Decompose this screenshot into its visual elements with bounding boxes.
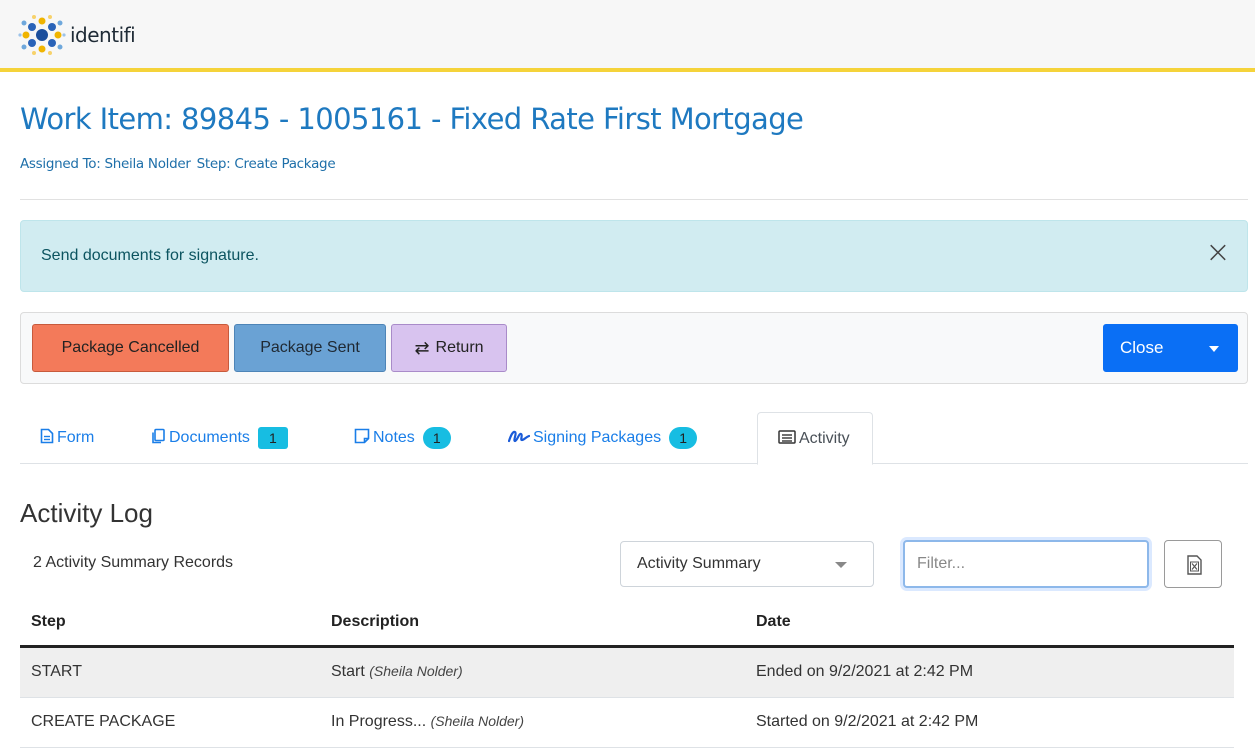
description-text: In Progress... [331,713,427,730]
row-step: CREATE PACKAGE [31,713,176,730]
tab-documents-label: Documents [169,429,250,446]
tab-activity-label: Activity [799,429,850,447]
tab-signing-packages-label: Signing Packages [533,429,662,446]
table-header: Step Description Date [20,598,1234,648]
file-icon [40,428,54,448]
tab-bar: Form Documents 1 Notes 1 Signing Package… [20,412,1248,465]
logo-icon [18,15,66,55]
tab-form[interactable]: Form [40,412,94,464]
export-excel-button[interactable] [1164,540,1222,588]
current-step: Step: Create Package [196,156,336,172]
return-label: Return [435,339,484,356]
return-button[interactable]: ⇄ Return [391,324,507,372]
exchange-arrows-icon: ⇄ [414,337,430,359]
column-header-description[interactable]: Description [331,613,419,631]
action-toolbar: Package Cancelled Package Sent ⇄ Return C… [20,312,1248,384]
description-text: Start [331,663,365,680]
record-count: 2 Activity Summary Records [33,554,234,571]
note-icon [354,428,370,448]
assigned-to: Assigned To: Sheila Nolder [20,156,191,172]
package-cancelled-button[interactable]: Package Cancelled [32,324,229,372]
top-bar: identifi [0,0,1255,72]
tab-documents[interactable]: Documents 1 [150,412,288,464]
caret-down-icon [835,562,847,568]
row-user: (Sheila Nolder) [369,663,463,679]
filter-input[interactable] [905,542,1147,586]
divider [20,199,1248,200]
logo-text: identifi [70,23,136,47]
filter-field[interactable] [903,540,1149,588]
notes-count-badge: 1 [422,427,451,449]
tab-activity[interactable]: Activity [757,412,873,465]
copy-icon [150,428,166,448]
column-header-date[interactable]: Date [756,613,791,631]
alert-message: Send documents for signature. [41,247,259,264]
package-sent-label: Package Sent [260,339,360,356]
work-item-meta: Assigned To: Sheila Nolder Step: Create P… [20,156,336,172]
close-label: Close [1120,338,1164,357]
activity-view-value: Activity Summary [637,555,761,572]
tab-form-label: Form [57,429,95,446]
close-icon[interactable]: × [1203,238,1233,269]
excel-icon [1187,555,1202,575]
page-title: Work Item: 89845 - 1005161 - Fixed Rate … [20,102,804,136]
list-icon [778,429,796,449]
package-cancelled-label: Package Cancelled [61,339,200,356]
documents-count-badge: 1 [257,427,288,449]
signature-icon [507,428,531,448]
row-description: In Progress... (Sheila Nolder) [331,713,524,731]
row-date: Ended on 9/2/2021 at 2:42 PM [756,663,974,680]
row-description: Start (Sheila Nolder) [331,663,463,681]
close-dropdown-button[interactable]: Close [1103,324,1238,372]
row-user: (Sheila Nolder) [430,713,524,729]
row-date: Started on 9/2/2021 at 2:42 PM [756,713,979,730]
activity-table: Step Description Date START Start (Sheil… [20,598,1234,748]
package-sent-button[interactable]: Package Sent [234,324,386,372]
tab-notes[interactable]: Notes 1 [354,412,451,464]
info-alert: Send documents for signature. × [20,220,1248,292]
activity-view-select[interactable]: Activity Summary [620,541,874,587]
column-header-step[interactable]: Step [31,613,66,631]
activity-log-heading: Activity Log [20,498,153,528]
table-row[interactable]: START Start (Sheila Nolder) Ended on 9/2… [20,648,1234,698]
tab-signing-packages[interactable]: Signing Packages 1 [507,412,698,464]
row-step: START [31,663,82,680]
caret-down-icon [1209,346,1219,352]
table-row[interactable]: CREATE PACKAGE In Progress... (Sheila No… [20,698,1234,748]
tab-notes-label: Notes [373,429,415,446]
identifi-logo[interactable]: identifi [18,10,136,60]
signing-packages-count-badge: 1 [669,427,698,449]
